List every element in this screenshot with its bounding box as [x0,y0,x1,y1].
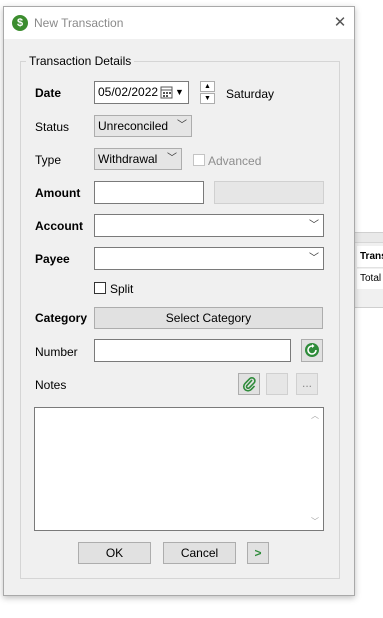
notes-blank-button [266,373,288,395]
select-category-button[interactable]: Select Category [94,307,323,329]
type-value: Withdrawal [98,152,158,166]
background-table-header: Trans [357,246,383,268]
refresh-number-icon [305,343,319,357]
spin-up-icon[interactable]: ▲ [200,81,215,92]
notes-textarea[interactable]: ︿ ﹀ [34,407,324,531]
notes-scrollbar[interactable]: ︿ ﹀ [308,409,322,529]
account-label: Account [35,219,83,233]
new-transaction-dialog: $ New Transaction ✕ Transaction Details … [3,6,355,596]
refresh-number-button[interactable] [301,339,323,362]
date-field[interactable]: 05/02/2022 ▼ [94,81,189,104]
close-button[interactable]: ✕ [330,13,350,33]
chevron-down-icon: ﹀ [167,153,177,164]
group-title: Transaction Details [26,54,135,68]
spin-down-icon[interactable]: ▼ [200,93,215,104]
chevron-down-icon: ﹀ [309,253,319,264]
amount-label: Amount [35,186,81,200]
split-checkbox[interactable] [94,282,106,294]
type-label: Type [35,153,62,167]
chevron-down-icon: ﹀ [309,220,319,231]
number-input[interactable] [94,339,291,362]
calendar-icon[interactable] [160,82,174,110]
category-label: Category [35,311,88,325]
scroll-down-icon[interactable]: ﹀ [308,515,322,529]
dollar-coin-icon: $ [12,15,28,31]
status-value: Unreconciled [98,119,169,133]
attach-button[interactable] [238,373,260,395]
amount-secondary-field [214,181,324,204]
paperclip-icon [242,377,256,392]
ok-button[interactable]: OK [78,542,151,564]
advanced-label: Advanced [208,154,262,168]
payee-label: Payee [35,252,70,266]
next-button[interactable]: > [247,542,269,564]
chevron-right-icon: > [254,546,262,560]
day-of-week: Saturday [226,87,275,101]
date-spinner[interactable]: ▲ ▼ [200,81,215,104]
date-dropdown-chevron-icon[interactable]: ▼ [175,82,184,103]
account-select[interactable]: ﹀ [94,214,324,237]
split-label: Split [110,282,134,296]
payee-select[interactable]: ﹀ [94,247,324,270]
status-label: Status [35,120,70,134]
date-label: Date [35,86,62,100]
background-table-cell: Total [357,269,383,289]
advanced-checkbox[interactable] [193,154,205,166]
cancel-button[interactable]: Cancel [163,542,236,564]
number-label: Number [35,345,78,359]
notes-more-button[interactable]: ... [296,373,318,395]
amount-input[interactable] [94,181,204,204]
notes-label: Notes [35,378,67,392]
scroll-up-icon[interactable]: ︿ [308,409,322,423]
status-select[interactable]: Unreconciled ﹀ [94,115,192,137]
type-select[interactable]: Withdrawal ﹀ [94,148,182,170]
window-title: New Transaction [34,16,124,30]
title-bar: $ New Transaction ✕ [4,7,354,39]
chevron-down-icon: ﹀ [177,120,187,131]
date-value: 05/02/2022 [98,85,159,99]
